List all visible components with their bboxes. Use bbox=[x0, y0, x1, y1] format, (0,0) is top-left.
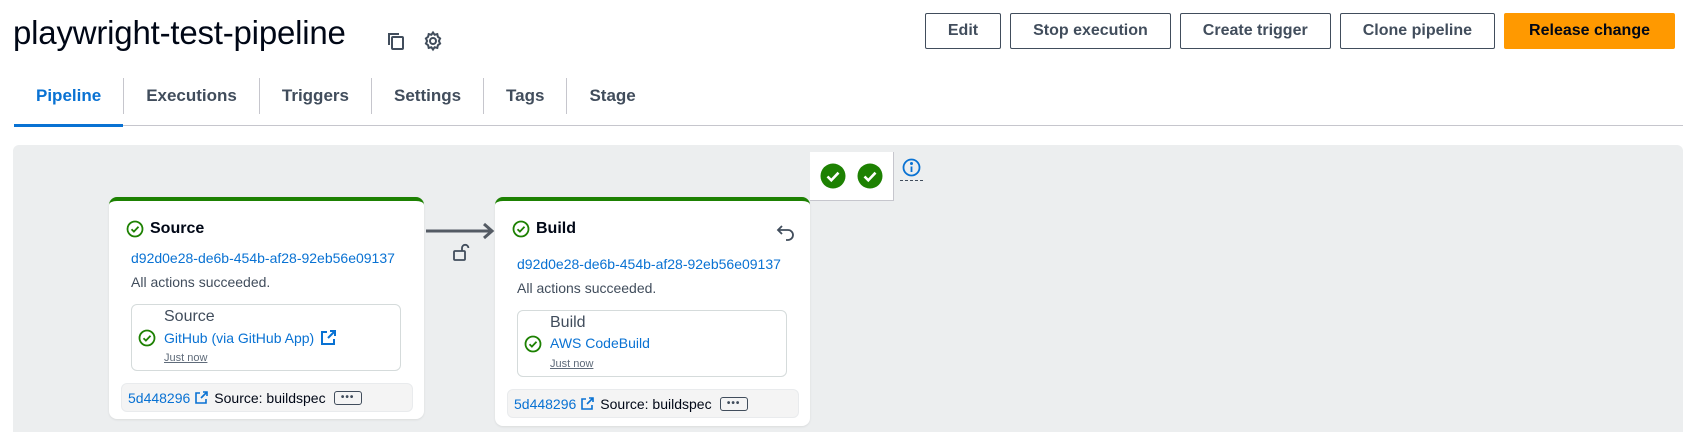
action-provider-link[interactable]: AWS CodeBuild bbox=[550, 335, 650, 351]
stage-header: Build bbox=[512, 220, 576, 238]
transition-arrow bbox=[426, 222, 495, 240]
tab-executions[interactable]: Executions bbox=[123, 78, 259, 114]
action-card-source[interactable]: Source GitHub (via GitHub App) Just now bbox=[131, 304, 401, 371]
execution-id-link[interactable]: d92d0e28-de6b-454b-af28-92eb56e09137 bbox=[517, 256, 781, 272]
action-provider-label: GitHub (via GitHub App) bbox=[164, 329, 315, 346]
execution-id-link[interactable]: d92d0e28-de6b-454b-af28-92eb56e09137 bbox=[131, 250, 395, 266]
check-circle-icon bbox=[524, 335, 542, 353]
check-circle-icon bbox=[138, 329, 156, 347]
external-link-icon bbox=[195, 391, 209, 404]
tab-triggers[interactable]: Triggers bbox=[258, 78, 371, 114]
check-circle-icon bbox=[857, 163, 883, 189]
header-actions: Edit Stop execution Create trigger Clone… bbox=[924, 13, 1675, 49]
release-change-button[interactable]: Release change bbox=[1504, 13, 1675, 49]
execution-status-summary bbox=[810, 152, 894, 201]
more-options-button[interactable]: ••• bbox=[719, 396, 748, 411]
create-trigger-button[interactable]: Create trigger bbox=[1179, 13, 1331, 49]
tab-settings[interactable]: Settings bbox=[370, 78, 483, 114]
action-timestamp[interactable]: Just now bbox=[550, 358, 593, 370]
clone-pipeline-button[interactable]: Clone pipeline bbox=[1339, 13, 1496, 49]
gear-icon[interactable] bbox=[422, 30, 444, 52]
stage-status: All actions succeeded. bbox=[131, 274, 271, 290]
check-circle-icon bbox=[820, 163, 846, 189]
stage-status: All actions succeeded. bbox=[517, 280, 657, 296]
action-provider-link[interactable]: GitHub (via GitHub App) bbox=[164, 329, 337, 346]
stop-execution-button[interactable]: Stop execution bbox=[1010, 13, 1171, 49]
revision-bar: 5d448296 Source: buildspec ••• bbox=[121, 383, 413, 412]
unlock-icon[interactable] bbox=[451, 242, 471, 267]
stage-header: Source bbox=[126, 220, 204, 238]
revision-id: 5d448296 bbox=[128, 389, 191, 406]
revision-source-label: Source: buildspec bbox=[214, 389, 326, 406]
revision-source-label: Source: buildspec bbox=[600, 395, 712, 412]
tab-bar: Pipeline Executions Triggers Settings Ta… bbox=[14, 76, 1683, 127]
check-circle-icon bbox=[512, 220, 530, 238]
external-link-icon bbox=[581, 397, 595, 410]
action-name: Build bbox=[550, 314, 586, 331]
info-icon[interactable] bbox=[900, 158, 923, 182]
check-circle-icon bbox=[126, 220, 144, 238]
retry-icon[interactable] bbox=[776, 223, 796, 246]
action-provider-label: AWS CodeBuild bbox=[550, 335, 650, 351]
stage-name: Source bbox=[150, 220, 205, 237]
stage-source: Source d92d0e28-de6b-454b-af28-92eb56e09… bbox=[109, 197, 424, 419]
tab-pipeline[interactable]: Pipeline bbox=[14, 78, 124, 127]
action-name: Source bbox=[164, 308, 215, 325]
revision-link[interactable]: 5d448296 bbox=[128, 389, 209, 406]
copy-icon[interactable] bbox=[385, 30, 407, 52]
revision-id: 5d448296 bbox=[514, 395, 577, 412]
revision-link[interactable]: 5d448296 bbox=[514, 395, 595, 412]
revision-bar: 5d448296 Source: buildspec ••• bbox=[507, 389, 799, 418]
stage-name: Build bbox=[536, 220, 576, 237]
action-timestamp[interactable]: Just now bbox=[164, 352, 207, 364]
page-title: playwright-test-pipeline bbox=[13, 14, 346, 51]
tab-stage[interactable]: Stage bbox=[566, 78, 657, 114]
stage-build: Build d92d0e28-de6b-454b-af28-92eb56e091… bbox=[495, 197, 810, 426]
edit-button[interactable]: Edit bbox=[924, 13, 1002, 49]
tab-tags[interactable]: Tags bbox=[483, 78, 566, 114]
action-card-build[interactable]: Build AWS CodeBuild Just now bbox=[517, 310, 787, 377]
external-link-icon bbox=[320, 329, 337, 346]
more-options-button[interactable]: ••• bbox=[333, 390, 362, 405]
